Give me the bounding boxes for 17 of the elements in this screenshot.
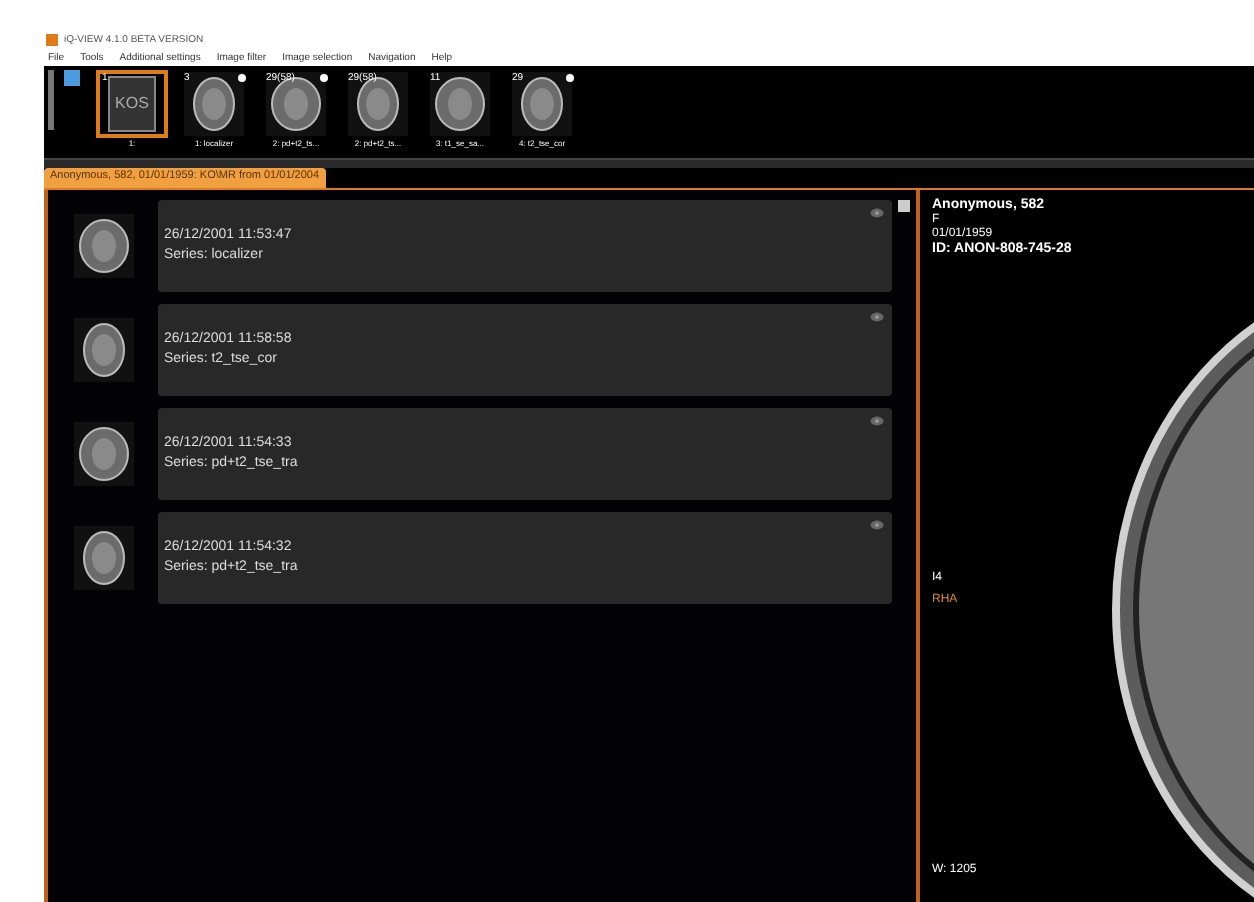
scan-thumbnail	[74, 318, 134, 382]
document-icon: KOS	[108, 76, 156, 132]
scan-thumbnail	[184, 72, 244, 136]
eye-icon[interactable]	[870, 520, 884, 530]
scroll-bar	[48, 70, 54, 130]
app-logo-icon	[46, 34, 58, 46]
eye-icon[interactable]	[870, 208, 884, 218]
eye-icon[interactable]	[870, 416, 884, 426]
scan-thumbnail	[512, 72, 572, 136]
scan-thumbnail	[266, 72, 326, 136]
eye-icon[interactable]	[870, 312, 884, 322]
scan-thumbnail	[74, 422, 134, 486]
scan-thumbnail	[430, 72, 490, 136]
scroll-handle[interactable]	[898, 200, 910, 212]
scan-thumbnail	[74, 526, 134, 590]
scan-thumbnail	[74, 214, 134, 278]
scan-thumbnail	[348, 72, 408, 136]
